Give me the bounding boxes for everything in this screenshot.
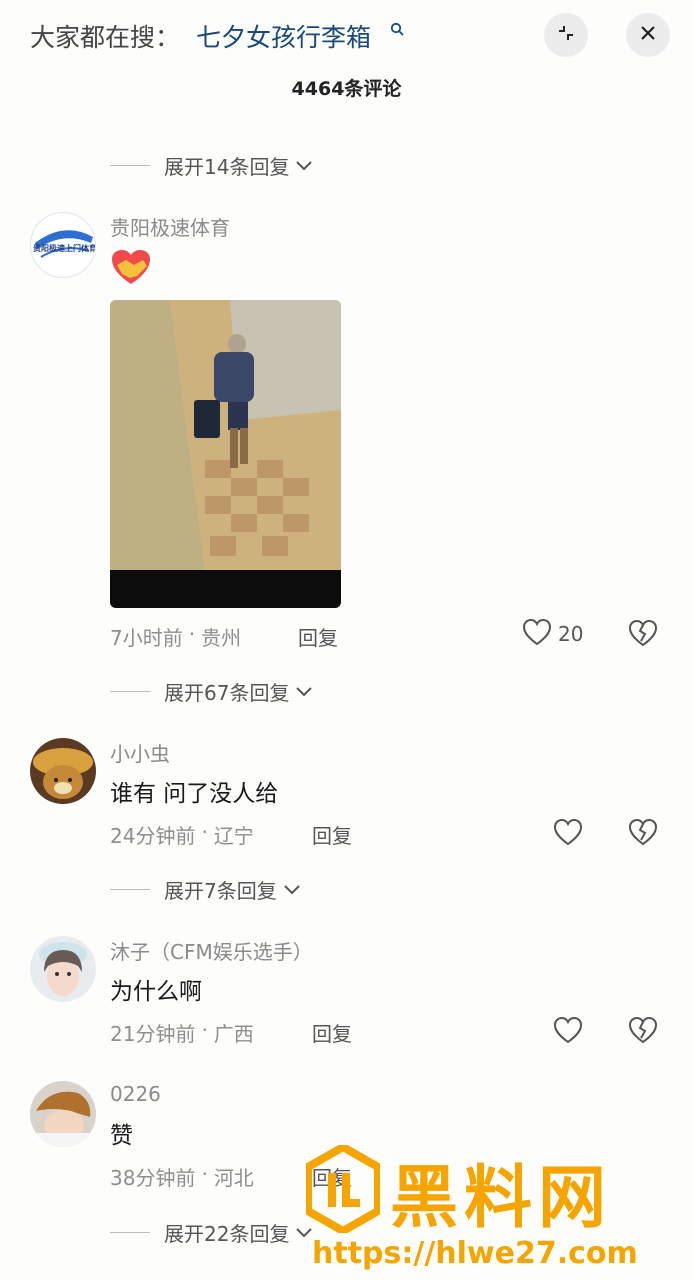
- broken-heart-icon[interactable]: [628, 619, 658, 651]
- search-prefix: 大家都在搜：: [30, 23, 181, 52]
- chevron-down-icon: [295, 683, 313, 702]
- separator-dot: ·: [201, 820, 208, 844]
- top-bar: 大家都在搜： 七夕女孩行李箱: [0, 0, 693, 70]
- watermark-logo-icon: [304, 1142, 382, 1237]
- comment-video-thumbnail[interactable]: [110, 300, 341, 608]
- watermark-text: 黑料网: [390, 1159, 613, 1238]
- comment-location: 贵州: [201, 626, 242, 650]
- avatar[interactable]: [30, 1081, 96, 1147]
- username[interactable]: 贵阳极速体育: [110, 212, 230, 241]
- collapse-icon: [555, 22, 577, 48]
- avatar[interactable]: [30, 738, 96, 804]
- separator-dot: ·: [201, 1018, 208, 1042]
- comment-location: 广西: [213, 1022, 254, 1046]
- expand-replies-button[interactable]: 展开67条回复: [110, 676, 313, 706]
- comment-text: 为什么啊: [110, 979, 202, 1005]
- like-count: 20: [558, 622, 584, 646]
- avatar-logo-text: 贵阳极速上门体育: [33, 244, 96, 253]
- handshake-emoji-icon: [110, 248, 152, 290]
- comment-meta: 24分钟前 · 辽宁: [110, 820, 254, 849]
- comment-location: 辽宁: [213, 824, 254, 848]
- divider: [110, 164, 150, 166]
- separator-dot: ·: [188, 622, 196, 646]
- reply-button[interactable]: 回复: [312, 820, 352, 849]
- expand-replies-label: 展开67条回复: [164, 680, 290, 705]
- reply-button[interactable]: 回复: [312, 1018, 352, 1047]
- trending-search-link[interactable]: 七夕女孩行李箱: [196, 18, 371, 54]
- comment-location: 河北: [213, 1166, 254, 1190]
- chevron-down-icon: [295, 157, 313, 176]
- collapse-button[interactable]: [544, 13, 588, 57]
- heart-icon[interactable]: [553, 818, 583, 846]
- username[interactable]: 沐子（CFM娱乐选手）: [110, 936, 313, 965]
- comment-time: 7小时前: [110, 626, 183, 650]
- heart-icon: [522, 618, 552, 650]
- comment-time: 21分钟前: [110, 1022, 196, 1046]
- avatar[interactable]: 贵阳极速上门体育: [30, 212, 96, 278]
- username[interactable]: 小小虫: [110, 738, 170, 767]
- heart-icon[interactable]: [553, 1016, 583, 1044]
- expand-replies-label: 展开22条回复: [164, 1221, 290, 1246]
- expand-replies-button[interactable]: 展开7条回复: [110, 874, 301, 904]
- comment-text: 赞: [110, 1123, 133, 1149]
- divider: [110, 690, 150, 692]
- comment-time: 24分钟前: [110, 824, 196, 848]
- expand-replies-label: 展开7条回复: [164, 878, 277, 903]
- username[interactable]: 0226: [110, 1082, 161, 1106]
- comment-count: 4464条评论: [291, 78, 402, 100]
- comment-text: 谁有 问了没人给: [110, 781, 279, 807]
- separator-dot: ·: [201, 1162, 208, 1186]
- divider: [110, 888, 150, 890]
- close-icon: [638, 23, 658, 47]
- expand-replies-label: 展开14条回复: [164, 154, 290, 179]
- avatar[interactable]: [30, 936, 96, 1002]
- comment-meta: 21分钟前 · 广西: [110, 1018, 254, 1047]
- like-button[interactable]: 20: [522, 618, 583, 650]
- chevron-down-icon: [283, 881, 301, 900]
- watermark-url: https://hlwe27.com: [312, 1236, 638, 1271]
- broken-heart-icon[interactable]: [628, 818, 658, 850]
- comment-meta: 38分钟前 · 河北: [110, 1162, 254, 1191]
- expand-replies-button[interactable]: 展开14条回复: [110, 150, 313, 180]
- comment-time: 38分钟前: [110, 1166, 196, 1190]
- close-button[interactable]: [626, 13, 670, 57]
- reply-button[interactable]: 回复: [298, 622, 338, 651]
- comment-meta: 7小时前 · 贵州: [110, 622, 241, 651]
- search-icon: [390, 22, 404, 40]
- broken-heart-icon[interactable]: [628, 1016, 658, 1048]
- expand-replies-button[interactable]: 展开22条回复: [110, 1217, 313, 1247]
- divider: [110, 1231, 150, 1233]
